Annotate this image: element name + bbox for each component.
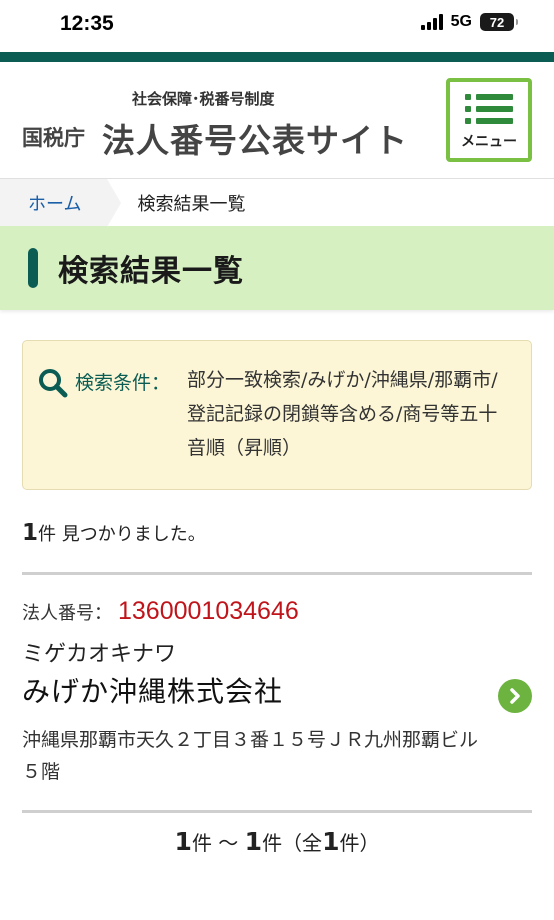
corporate-name-kana: ミゲカオキナワ — [22, 642, 177, 667]
corporate-address: 沖縄県那覇市天久２丁目３番１５号ＪＲ九州那覇ビル５階 — [22, 729, 479, 783]
network-type: 5G — [450, 13, 472, 30]
status-indicators: 5G 72 — [420, 13, 518, 31]
title-marker — [28, 248, 38, 288]
result-count-number: 1 — [22, 520, 39, 546]
battery-level: 72 — [489, 14, 505, 30]
pagination-tilde: ～ — [211, 831, 245, 855]
pagination-summary: 1件 ～ 1件（全1件） — [22, 827, 532, 856]
search-icon — [39, 369, 68, 398]
breadcrumb-home-link[interactable]: ホーム — [0, 179, 123, 227]
menu-icon — [465, 94, 513, 124]
pagination-total-unit: 件） — [339, 831, 380, 855]
page-title-band: 検索結果一覧 — [0, 226, 554, 310]
detail-button[interactable] — [498, 679, 532, 713]
site-title[interactable]: 法人番号公表サイト — [102, 114, 408, 162]
chevron-right-icon — [510, 688, 520, 704]
result-count-suffix: 件 見つかりました。 — [38, 524, 206, 545]
corporate-number: 1360001034646 — [118, 597, 299, 625]
divider — [22, 810, 532, 813]
pagination-to: 1 — [244, 827, 263, 856]
menu-label: メニュー — [461, 134, 517, 150]
status-bar: 12:35 5G 72 — [0, 0, 554, 52]
pagination-to-unit: 件（全 — [262, 831, 323, 855]
result-item[interactable]: 法人番号： 1360001034646 ミゲカオキナワ みげか沖縄株式会社 沖縄… — [22, 575, 532, 788]
battery-icon: 72 — [480, 13, 518, 31]
search-condition-value: 部分一致検索/みげか/沖縄県/那覇市/登記記録の閉鎖等含める/商号等五十音順（昇… — [187, 369, 498, 459]
search-condition-box: 検索条件： 部分一致検索/みげか/沖縄県/那覇市/登記記録の閉鎖等含める/商号等… — [22, 340, 532, 490]
main-content: 検索条件： 部分一致検索/みげか/沖縄県/那覇市/登記記録の閉鎖等含める/商号等… — [0, 340, 554, 856]
pagination-total: 1 — [322, 827, 340, 856]
header-agency: 国税庁 — [22, 126, 85, 150]
page-title: 検索結果一覧 — [58, 254, 244, 289]
breadcrumb-current: 検索結果一覧 — [137, 193, 246, 215]
signal-icon — [420, 14, 443, 30]
corporate-number-row: 法人番号： 1360001034646 — [22, 597, 532, 626]
corporate-number-label: 法人番号： — [22, 603, 112, 624]
pagination-from: 1 — [174, 827, 192, 856]
status-time: 12:35 — [60, 12, 114, 35]
top-rule — [0, 52, 554, 62]
search-condition-label: 検索条件： — [75, 372, 171, 394]
breadcrumb: ホーム 検索結果一覧 — [0, 178, 554, 227]
site-header: 社会保障･税番号制度 国税庁 法人番号公表サイト メニュー — [0, 62, 554, 178]
result-count: 1件 見つかりました。 — [22, 520, 532, 546]
pagination-from-unit: 件 — [191, 831, 212, 855]
corporate-name[interactable]: みげか沖縄株式会社 — [22, 670, 532, 710]
menu-button[interactable]: メニュー — [446, 78, 532, 162]
header-subtitle: 社会保障･税番号制度 — [132, 90, 275, 108]
